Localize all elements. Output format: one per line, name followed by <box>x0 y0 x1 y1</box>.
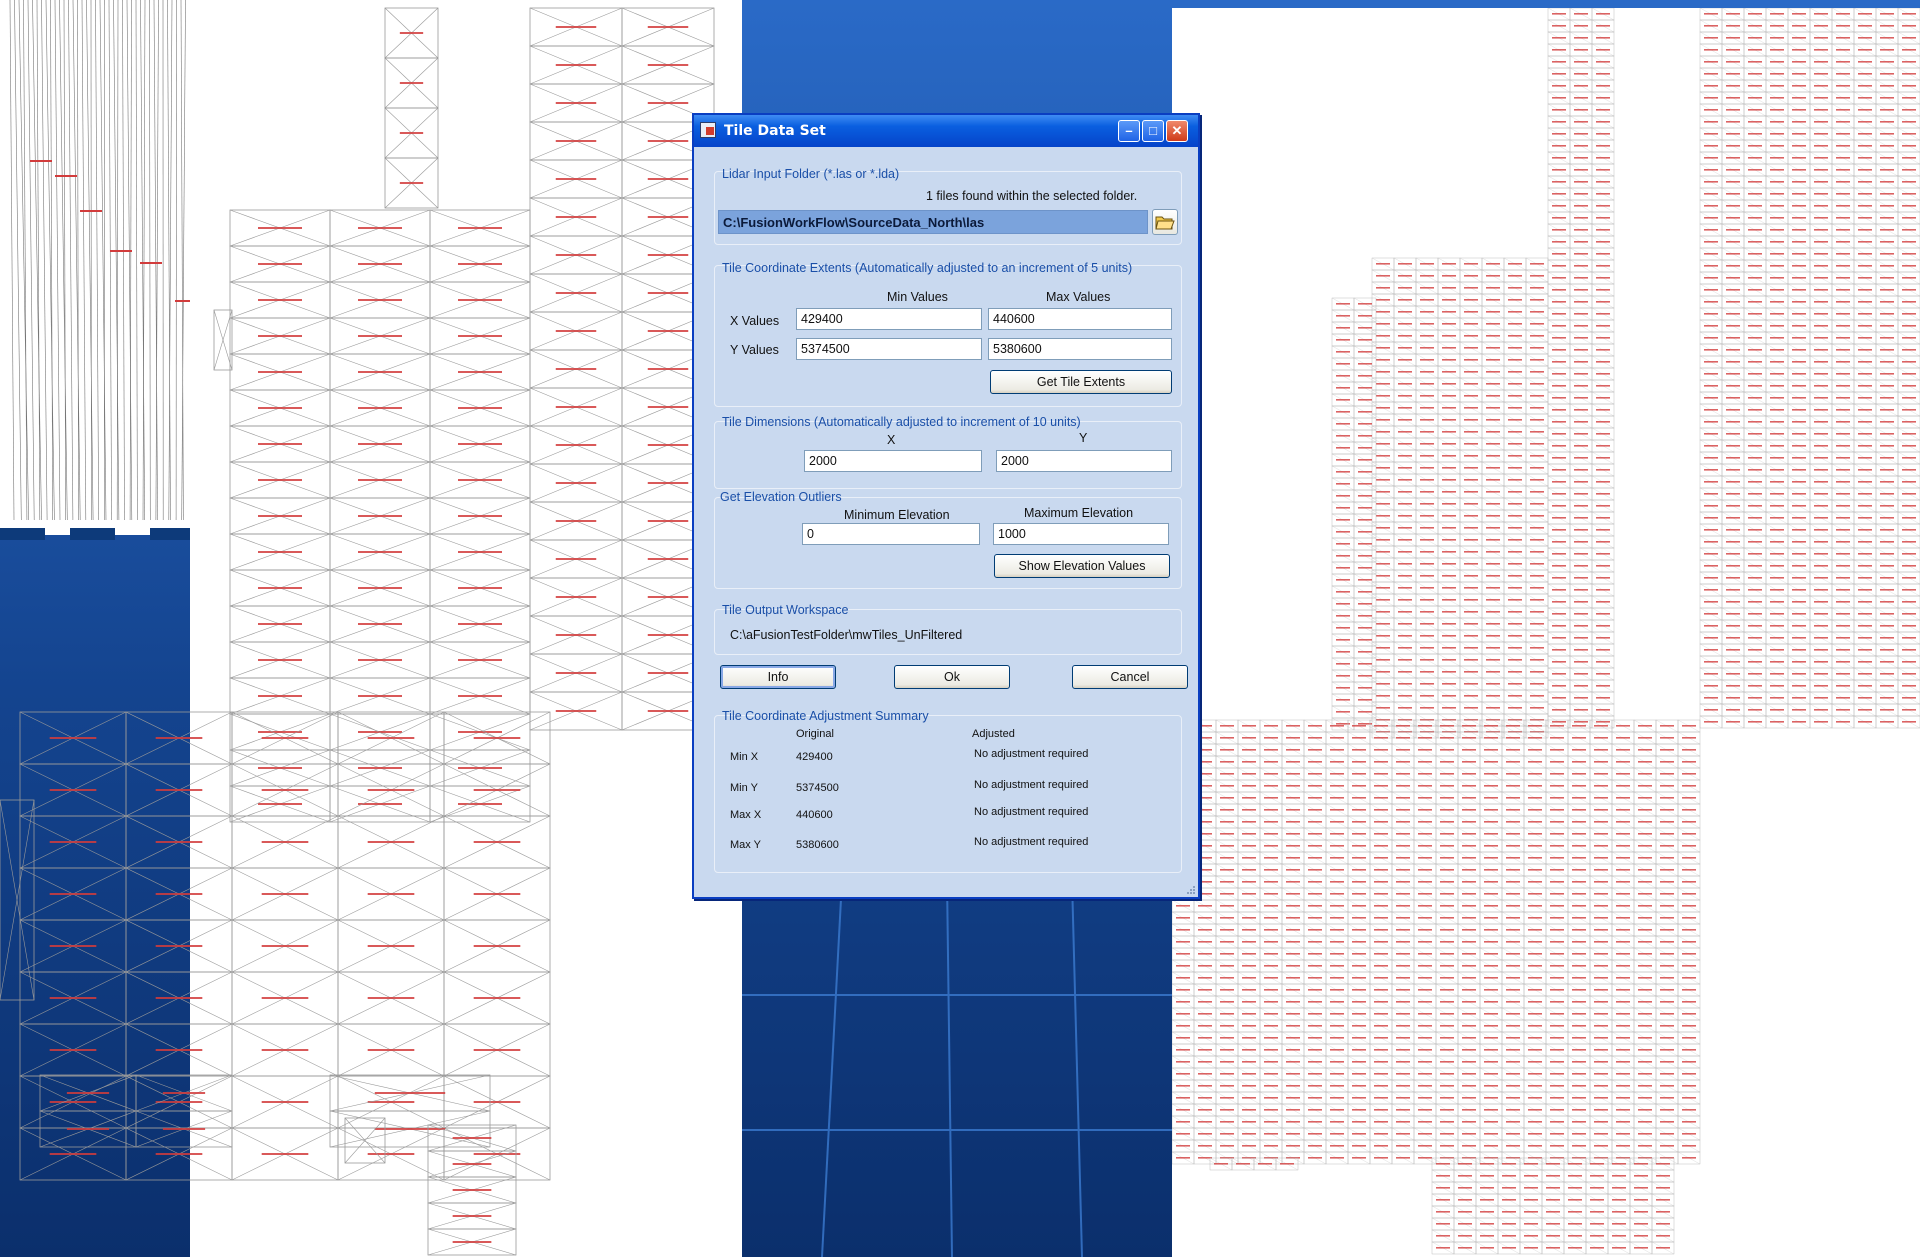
tile-cell <box>19 867 127 921</box>
get-tile-extents-button[interactable]: Get Tile Extents <box>990 370 1172 394</box>
summary-row-original: 5374500 <box>796 782 839 794</box>
min-elevation-field[interactable]: 0 <box>802 523 980 545</box>
summary-row-adjusted: No adjustment required <box>974 806 1089 818</box>
title-bar[interactable]: Tile Data Set – □ ✕ <box>694 115 1198 147</box>
dimensions-group-label: Tile Dimensions (Automatically adjusted … <box>722 415 1081 429</box>
cancel-button[interactable]: Cancel <box>1072 665 1188 689</box>
elevation-group-label: Get Elevation Outliers <box>720 490 842 504</box>
tile-map-panel-original <box>0 0 742 1257</box>
x-min-field[interactable]: 429400 <box>796 308 982 330</box>
info-button[interactable]: Info <box>720 665 836 689</box>
app-icon <box>700 122 716 138</box>
close-icon[interactable]: ✕ <box>1166 120 1188 142</box>
show-elevation-values-button[interactable]: Show Elevation Values <box>994 554 1170 578</box>
maximize-icon[interactable]: □ <box>1142 120 1164 142</box>
summary-row-label: Max Y <box>730 839 761 851</box>
x-values-label: X Values <box>730 314 780 328</box>
tile-cell <box>19 1023 127 1077</box>
tile-cell <box>19 711 127 765</box>
max-elevation-field[interactable]: 1000 <box>993 523 1169 545</box>
files-found-text: 1 files found within the selected folder… <box>926 189 1138 203</box>
dialog-title: Tile Data Set <box>724 123 826 139</box>
summary-row-adjusted: No adjustment required <box>974 836 1089 848</box>
summary-row-original: 5380600 <box>796 839 839 851</box>
y-min-field[interactable]: 5374500 <box>796 338 982 360</box>
ok-button[interactable]: Ok <box>894 665 1010 689</box>
summary-row-adjusted: No adjustment required <box>974 779 1089 791</box>
tile-cell <box>19 815 127 869</box>
min-elevation-header: Minimum Elevation <box>844 508 950 522</box>
max-elevation-header: Maximum Elevation <box>1024 506 1134 520</box>
tile-cell <box>39 1110 137 1148</box>
dimension-y-header: Y <box>1079 431 1088 445</box>
summary-group-label: Tile Coordinate Adjustment Summary <box>722 709 929 723</box>
tile-x-size-field[interactable]: 2000 <box>804 450 982 472</box>
browse-folder-button[interactable] <box>1152 209 1178 235</box>
summary-original-header: Original <box>796 728 834 740</box>
tile-cell <box>19 1127 127 1181</box>
lidar-folder-path[interactable]: C:\FusionWorkFlow\SourceData_North\las <box>718 210 1148 234</box>
summary-group-frame <box>714 715 1182 873</box>
dimension-x-header: X <box>887 433 896 447</box>
minimize-icon[interactable]: – <box>1118 120 1140 142</box>
summary-row-label: Max X <box>730 809 762 821</box>
folder-open-icon <box>1155 216 1175 230</box>
summary-adjusted-header: Adjusted <box>972 728 1015 740</box>
workspace-path: C:\aFusionTestFolder\mwTiles_UnFiltered <box>730 628 963 642</box>
summary-row-label: Min Y <box>730 782 758 794</box>
tile-cell <box>19 971 127 1025</box>
lidar-group-label: Lidar Input Folder (*.las or *.lda) <box>722 167 900 181</box>
summary-row-original: 440600 <box>796 809 833 821</box>
tile-map-panel-adjusted <box>1172 8 1920 1257</box>
extents-group-label: Tile Coordinate Extents (Automatically a… <box>722 261 1133 275</box>
blue-grid-lines <box>742 880 1172 1257</box>
y-max-field[interactable]: 5380600 <box>988 338 1172 360</box>
tile-cell <box>19 1075 127 1129</box>
summary-row-adjusted: No adjustment required <box>974 748 1089 760</box>
tile-data-set-dialog: Tile Data Set – □ ✕ Lidar Input Folder (… <box>692 113 1200 899</box>
tile-cell <box>19 763 127 817</box>
x-max-field[interactable]: 440600 <box>988 308 1172 330</box>
y-values-label: Y Values <box>730 343 779 357</box>
workspace-group-label: Tile Output Workspace <box>722 603 849 617</box>
max-values-header: Max Values <box>1046 290 1111 304</box>
tile-cell <box>19 919 127 973</box>
summary-row-original: 429400 <box>796 751 833 763</box>
summary-row-label: Min X <box>730 751 759 763</box>
tile-y-size-field[interactable]: 2000 <box>996 450 1172 472</box>
min-values-header: Min Values <box>887 290 948 304</box>
tile-cell <box>0 799 35 1001</box>
resize-grip-icon[interactable] <box>1186 885 1196 895</box>
